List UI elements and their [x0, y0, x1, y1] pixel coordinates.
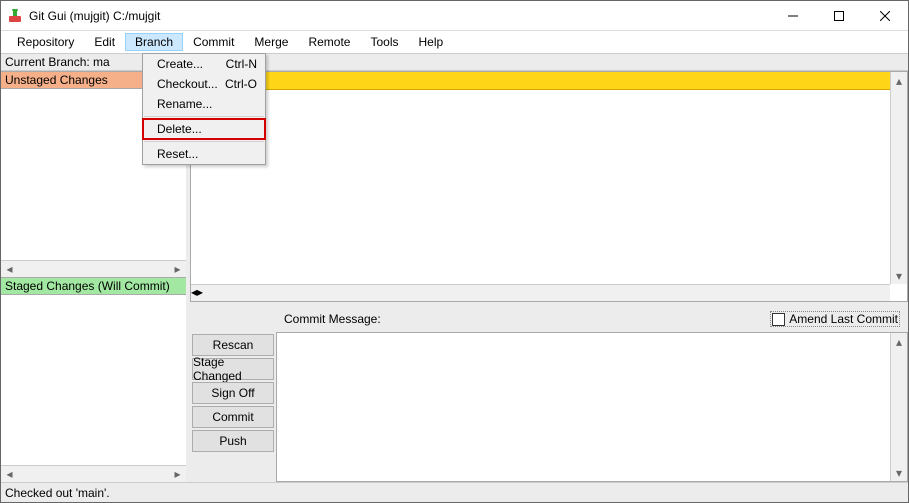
scroll-track[interactable]: [891, 350, 907, 464]
push-button[interactable]: Push: [192, 430, 274, 452]
dropdown-item-create[interactable]: Create... Ctrl-N: [143, 54, 265, 74]
dropdown-item-rename[interactable]: Rename...: [143, 94, 265, 114]
main-content: Unstaged Changes ◂ ▸ Staged Changes (Wil…: [1, 71, 908, 482]
scroll-track[interactable]: [891, 89, 907, 267]
dropdown-shortcut: Ctrl-N: [226, 57, 257, 71]
unstaged-header-label: Unstaged Changes: [5, 73, 108, 87]
commit-buttons: Rescan Stage Changed Sign Off Commit Pus…: [190, 306, 276, 482]
scroll-up-icon[interactable]: ▴: [891, 333, 907, 350]
app-window: Git Gui (mujgit) C:/mujgit Repository Ed…: [0, 0, 909, 503]
commit-area: Rescan Stage Changed Sign Off Commit Pus…: [190, 306, 908, 482]
commit-vscroll[interactable]: ▴ ▾: [890, 333, 907, 481]
staged-hscroll[interactable]: ◂ ▸: [1, 465, 186, 482]
menu-merge[interactable]: Merge: [244, 33, 298, 51]
menu-repository[interactable]: Repository: [7, 33, 84, 51]
diff-vscroll[interactable]: ▴ ▾: [890, 72, 907, 284]
menubar: Repository Edit Branch Commit Merge Remo…: [1, 31, 908, 53]
window-title: Git Gui (mujgit) C:/mujgit: [29, 9, 770, 23]
titlebar: Git Gui (mujgit) C:/mujgit: [1, 1, 908, 31]
stage-changed-button[interactable]: Stage Changed: [192, 358, 274, 380]
commit-button[interactable]: Commit: [192, 406, 274, 428]
rescan-button[interactable]: Rescan: [192, 334, 274, 356]
scroll-right-icon[interactable]: ▸: [169, 260, 186, 277]
commit-header: Commit Message: Amend Last Commit: [276, 306, 908, 332]
staged-header-label: Staged Changes (Will Commit): [5, 279, 170, 293]
dropdown-label: Reset...: [157, 147, 257, 161]
staged-list[interactable]: [1, 295, 186, 466]
diff-header-bar: [191, 72, 890, 90]
menu-help[interactable]: Help: [408, 33, 453, 51]
dropdown-label: Rename...: [157, 97, 257, 111]
unstaged-hscroll[interactable]: ◂ ▸: [1, 260, 186, 277]
menu-edit[interactable]: Edit: [84, 33, 125, 51]
commit-message-column: Commit Message: Amend Last Commit ▴ ▾: [276, 306, 908, 482]
scroll-down-icon[interactable]: ▾: [891, 464, 907, 481]
maximize-button[interactable]: [816, 1, 862, 30]
dropdown-shortcut: Ctrl-O: [225, 77, 257, 91]
menu-branch[interactable]: Branch: [125, 33, 183, 51]
commit-message-label: Commit Message:: [284, 312, 381, 326]
scroll-down-icon[interactable]: ▾: [891, 267, 907, 284]
scroll-left-icon[interactable]: ◂: [1, 260, 18, 277]
dropdown-label: Create...: [157, 57, 226, 71]
diff-hscroll[interactable]: ◂ ▸: [191, 284, 890, 301]
menu-tools[interactable]: Tools: [360, 33, 408, 51]
close-button[interactable]: [862, 1, 908, 30]
dropdown-item-checkout[interactable]: Checkout... Ctrl-O: [143, 74, 265, 94]
sign-off-button[interactable]: Sign Off: [192, 382, 274, 404]
scroll-right-icon[interactable]: ▸: [197, 285, 203, 301]
branch-dropdown: Create... Ctrl-N Checkout... Ctrl-O Rena…: [142, 53, 266, 165]
dropdown-separator: [144, 116, 264, 117]
amend-label: Amend Last Commit: [789, 312, 898, 326]
current-branch-row: Current Branch: ma: [1, 53, 908, 71]
dropdown-label: Checkout...: [157, 77, 225, 91]
right-column: ▴ ▾ ◂ ▸ Rescan Stage Changed Sign Off Co…: [190, 71, 908, 482]
scroll-up-icon[interactable]: ▴: [891, 72, 907, 89]
app-icon: [7, 8, 23, 24]
current-branch-label: Current Branch: ma: [5, 55, 110, 69]
menu-commit[interactable]: Commit: [183, 33, 244, 51]
staged-header: Staged Changes (Will Commit): [1, 277, 186, 295]
statusbar: Checked out 'main'.: [1, 482, 908, 502]
dropdown-label: Delete...: [157, 122, 257, 136]
amend-last-commit-checkbox[interactable]: Amend Last Commit: [770, 311, 900, 327]
scroll-right-icon[interactable]: ▸: [169, 466, 186, 483]
commit-message-input[interactable]: ▴ ▾: [276, 332, 908, 482]
dropdown-separator: [144, 141, 264, 142]
dropdown-item-delete[interactable]: Delete...: [143, 119, 265, 139]
diff-viewer[interactable]: ▴ ▾ ◂ ▸: [190, 71, 908, 302]
scroll-left-icon[interactable]: ◂: [1, 466, 18, 483]
minimize-button[interactable]: [770, 1, 816, 30]
status-text: Checked out 'main'.: [5, 486, 110, 500]
checkbox-icon[interactable]: [772, 313, 785, 326]
menu-remote[interactable]: Remote: [298, 33, 360, 51]
dropdown-item-reset[interactable]: Reset...: [143, 144, 265, 164]
